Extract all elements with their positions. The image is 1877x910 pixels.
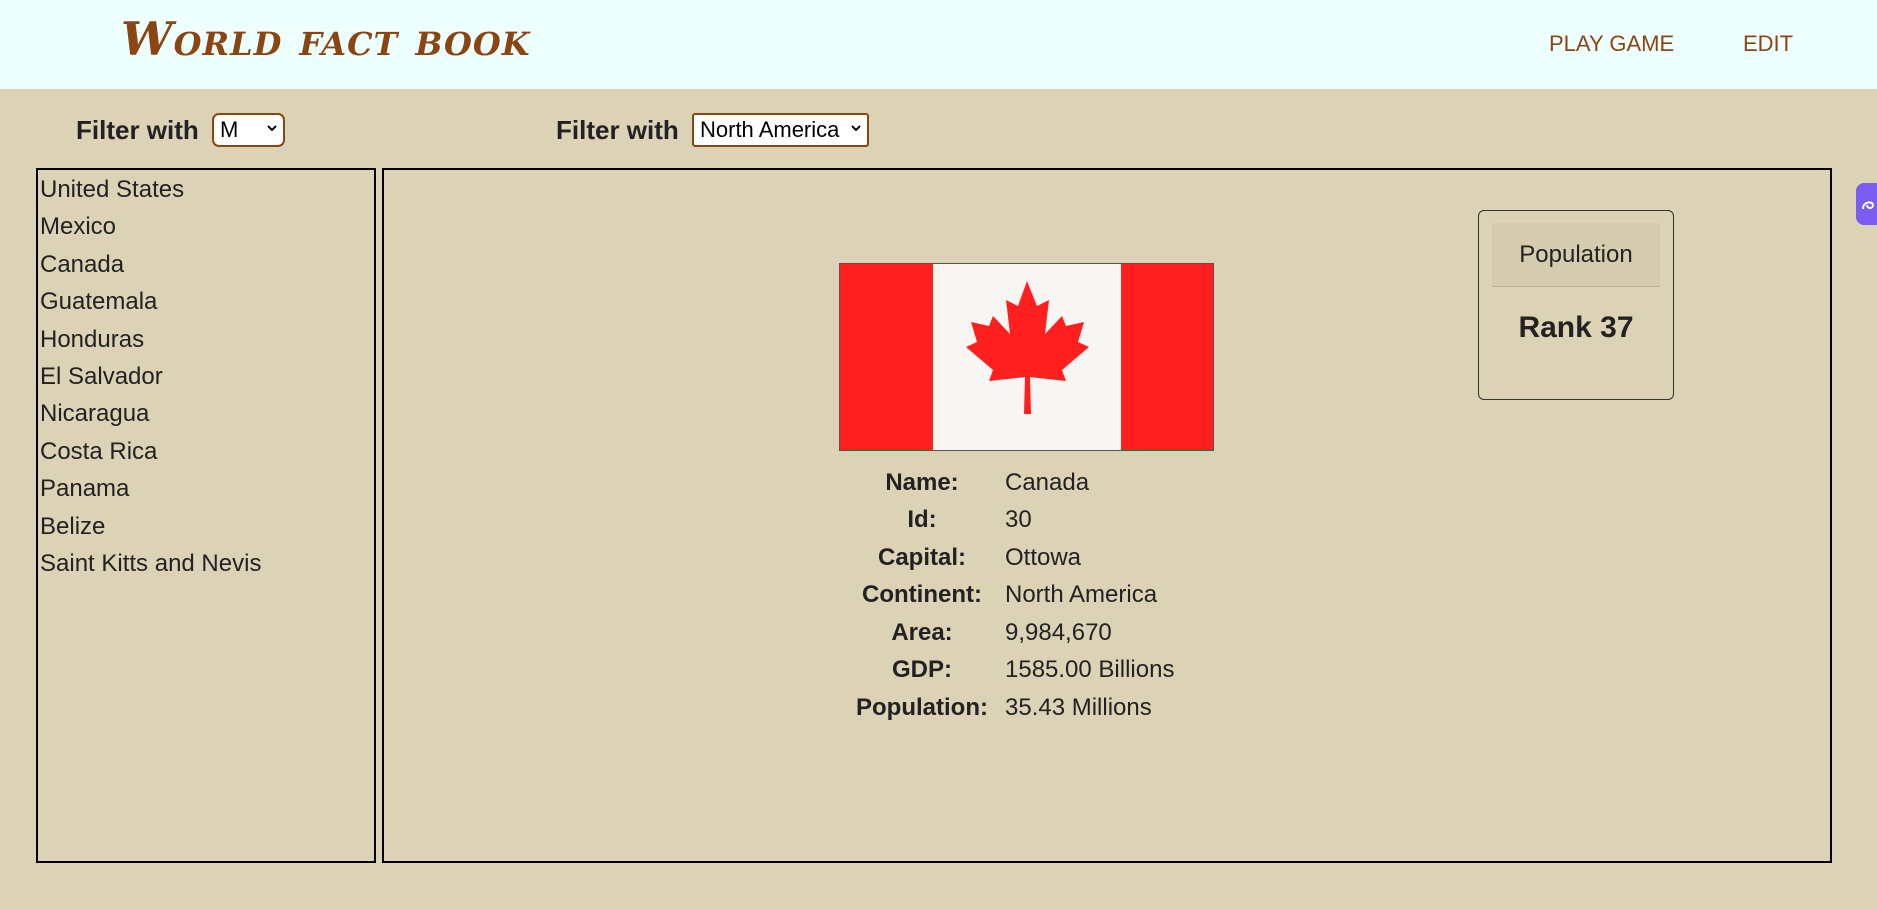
letter-filter-value: M xyxy=(220,117,239,142)
canada-flag-image xyxy=(839,263,1214,451)
chevron-down-icon xyxy=(266,121,278,137)
top-navbar: World fact book PLAY GAME EDIT xyxy=(0,0,1877,89)
field-value-id: 30 xyxy=(1005,506,1032,533)
list-item[interactable]: Canada xyxy=(40,251,124,279)
list-item[interactable]: Panama xyxy=(40,475,129,503)
list-item[interactable]: United States xyxy=(40,176,184,204)
field-value-area: 9,984,670 xyxy=(1005,619,1112,646)
list-item[interactable]: El Salvador xyxy=(40,363,163,391)
field-label-name: Name: xyxy=(885,469,959,496)
field-label-population: Population: xyxy=(856,694,988,721)
field-label-id: Id: xyxy=(907,506,937,533)
list-item[interactable]: Mexico xyxy=(40,213,116,241)
population-rank-card: Population Rank 37 xyxy=(1478,210,1674,400)
field-value-capital: Ottowa xyxy=(1005,544,1082,571)
field-value-name: Canada xyxy=(1005,469,1090,496)
list-item[interactable]: Saint Kitts and Nevis xyxy=(40,550,261,578)
field-value-gdp: 1585.00 Billions xyxy=(1005,656,1175,683)
field-label-capital: Capital: xyxy=(877,544,966,571)
list-item[interactable]: Nicaragua xyxy=(40,400,149,428)
field-label-gdp: GDP: xyxy=(892,656,952,683)
field-label-area: Area: xyxy=(891,619,953,646)
list-item[interactable]: Guatemala xyxy=(40,288,157,316)
country-list-panel: United States Mexico Canada Guatemala Ho… xyxy=(36,168,376,863)
continent-filter-label: Filter with xyxy=(556,115,679,145)
play-game-link[interactable]: PLAY GAME xyxy=(1549,31,1674,57)
list-item[interactable]: Costa Rica xyxy=(40,438,157,466)
chevron-down-icon xyxy=(850,121,862,137)
rank-card-value: Rank 37 xyxy=(1518,311,1634,344)
continent-filter-select[interactable]: North America xyxy=(692,113,869,147)
site-logo[interactable]: World fact book xyxy=(121,12,531,66)
list-item[interactable]: Honduras xyxy=(40,326,144,354)
field-label-continent: Continent: xyxy=(862,581,982,608)
field-value-population: 35.43 Millions xyxy=(1005,694,1152,721)
extension-icon xyxy=(1862,201,1875,210)
letter-filter-select[interactable]: M xyxy=(212,113,285,147)
continent-filter-value: North America xyxy=(700,117,840,142)
letter-filter-label: Filter with xyxy=(76,115,199,145)
field-value-continent: North America xyxy=(1005,581,1158,608)
rank-card-title: Population xyxy=(1492,223,1660,287)
extension-side-tab[interactable] xyxy=(1856,183,1877,225)
edit-link[interactable]: EDIT xyxy=(1743,31,1793,57)
list-item[interactable]: Belize xyxy=(40,513,105,541)
